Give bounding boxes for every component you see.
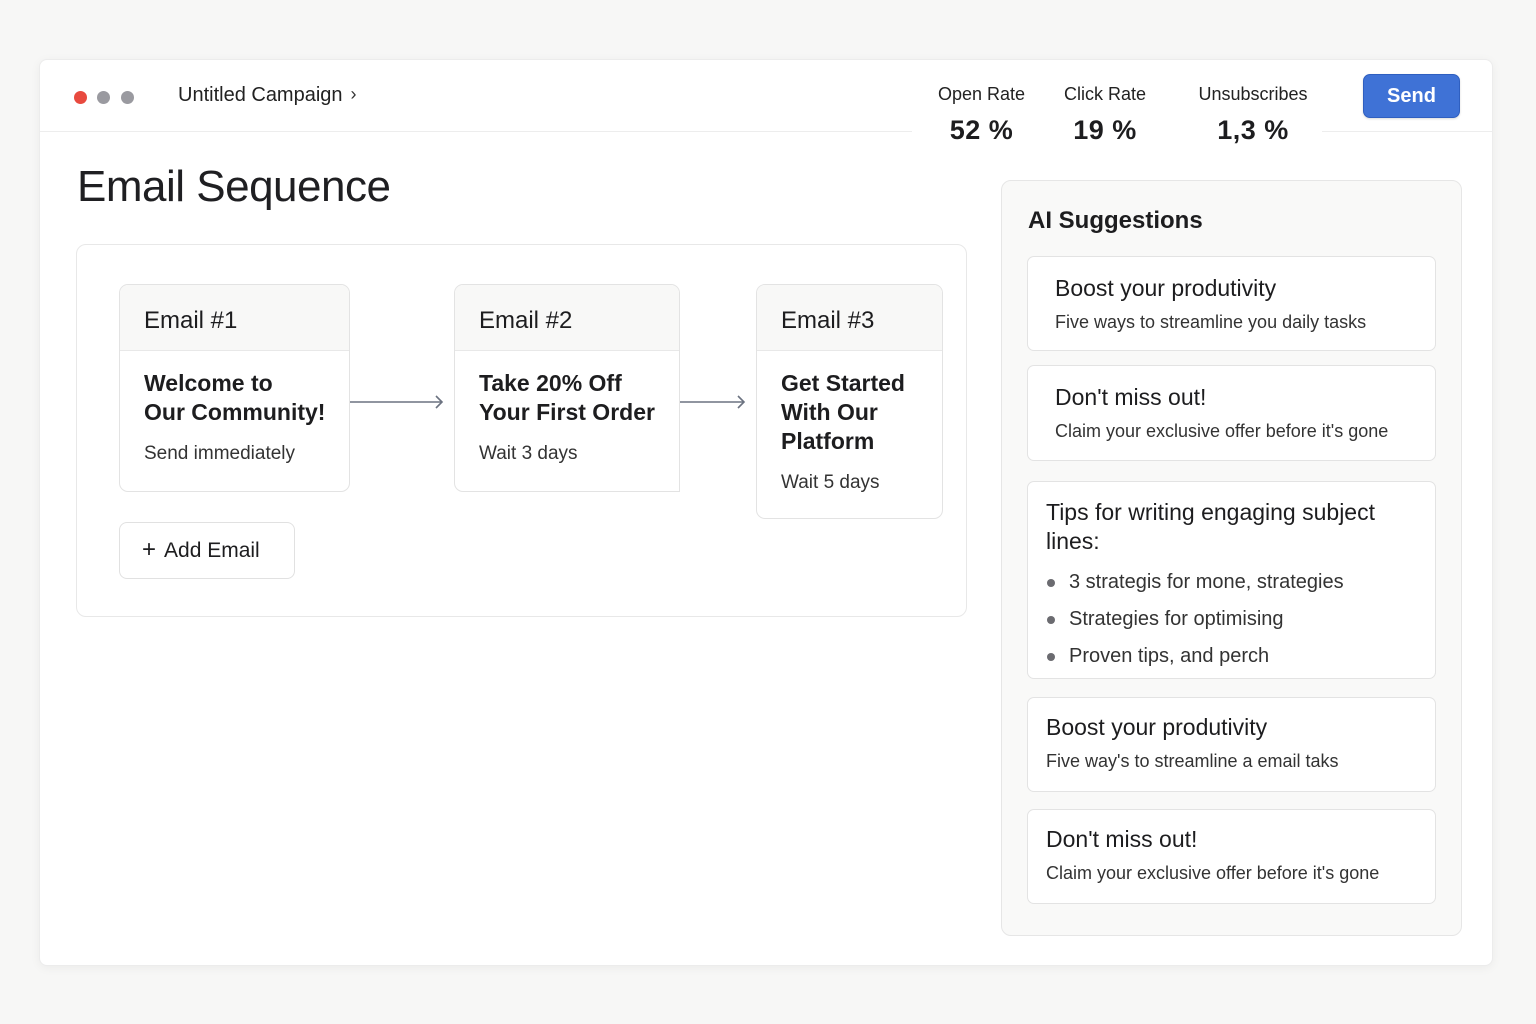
- add-email-label: Add Email: [164, 538, 260, 562]
- list-item: 3 strategis for mone, strategies: [1046, 564, 1415, 601]
- app-window: Untitled Campaign › Open Rate 52 % Click…: [39, 59, 1493, 966]
- arrow-right-icon: [680, 395, 746, 409]
- email-subject: Welcome to Our Community!: [144, 370, 326, 425]
- ai-suggestions-title: AI Suggestions: [1028, 207, 1203, 234]
- breadcrumb[interactable]: Untitled Campaign ›: [178, 84, 357, 107]
- stat-label: Unsubscribes: [1198, 84, 1308, 104]
- close-window-icon[interactable]: [74, 91, 87, 104]
- suggestion-title: Tips for writing engaging subject lines:: [1046, 499, 1375, 554]
- email-subject: Get Started With Our Platform: [781, 370, 905, 454]
- suggestion-title: Boost your produtivity: [1046, 714, 1268, 740]
- stat-click-rate: Click Rate 19 %: [1060, 84, 1150, 146]
- suggestion-card[interactable]: Boost your produtivity Five ways to stre…: [1027, 256, 1436, 351]
- arrow-right-icon: [350, 395, 444, 409]
- stat-label: Click Rate: [1063, 84, 1147, 104]
- suggestion-description: Five ways to streamline you daily tasks: [1055, 312, 1367, 332]
- campaign-stats: Open Rate 52 % Click Rate 19 % Unsubscri…: [912, 66, 1322, 166]
- stat-value: 52 %: [949, 115, 1014, 145]
- stat-value: 1,3 %: [1217, 115, 1289, 145]
- email-timing: Send immediately: [144, 443, 296, 464]
- minimize-window-icon[interactable]: [97, 91, 110, 104]
- suggestion-title: Don't miss out!: [1046, 826, 1198, 852]
- suggestion-bullet-list: 3 strategis for mone, strategies Strateg…: [1046, 564, 1415, 675]
- suggestion-card[interactable]: Boost your produtivity Five way's to str…: [1027, 697, 1436, 792]
- email-timing: Wait 5 days: [781, 472, 880, 493]
- suggestion-title: Boost your produtivity: [1055, 275, 1277, 301]
- email-card-1[interactable]: Email #1 Welcome to Our Community! Send i…: [119, 284, 350, 492]
- suggestion-card[interactable]: Tips for writing engaging subject lines:…: [1027, 481, 1436, 679]
- send-button[interactable]: Send: [1363, 74, 1460, 118]
- ai-suggestions-panel: AI Suggestions Boost your produtivity Fi…: [1001, 180, 1462, 936]
- stat-value: 19 %: [1073, 115, 1137, 145]
- email-card-3[interactable]: Email #3 Get Started With Our Platform Wai…: [756, 284, 943, 519]
- plus-icon: +: [142, 535, 157, 563]
- stat-unsubscribes: Unsubscribes 1,3 %: [1190, 84, 1316, 146]
- email-card-2[interactable]: Email #2 Take 20% Off Your First Order Wa…: [454, 284, 680, 492]
- suggestion-title: Don't miss out!: [1055, 384, 1207, 410]
- chevron-right-icon: ›: [350, 84, 357, 104]
- maximize-window-icon[interactable]: [121, 91, 134, 104]
- page-title: Email Sequence: [77, 162, 391, 211]
- sequence-panel: Email #1 Welcome to Our Community! Send i…: [76, 244, 967, 617]
- suggestion-card[interactable]: Don't miss out! Claim your exclusive off…: [1027, 809, 1436, 904]
- breadcrumb-label: Untitled Campaign: [178, 84, 343, 106]
- suggestion-description: Claim your exclusive offer before it's g…: [1055, 421, 1389, 441]
- email-card-header: Email #2: [455, 285, 679, 351]
- list-item: Proven tips, and perch: [1046, 638, 1415, 675]
- email-card-header: Email #3: [757, 285, 942, 351]
- list-item: Strategies for optimising: [1046, 601, 1415, 638]
- email-subject: Take 20% Off Your First Order: [479, 370, 655, 425]
- suggestion-description: Claim your exclusive offer before it's g…: [1046, 863, 1380, 883]
- email-card-header: Email #1: [120, 285, 349, 351]
- suggestion-card[interactable]: Don't miss out! Claim your exclusive off…: [1027, 365, 1436, 461]
- stat-label: Open Rate: [937, 84, 1026, 104]
- stat-open-rate: Open Rate 52 %: [934, 84, 1029, 146]
- email-timing: Wait 3 days: [479, 443, 578, 464]
- add-email-button[interactable]: + Add Email: [119, 522, 295, 579]
- suggestion-description: Five way's to streamline a email taks: [1046, 751, 1339, 771]
